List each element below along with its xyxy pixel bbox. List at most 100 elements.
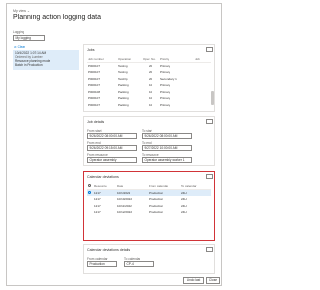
from-start-field[interactable]: 9/26/2022 08:00:00 AM [87,133,137,139]
to-calendar-field[interactable]: CP-4 [124,261,154,267]
cell-date: 10/10/2022 [117,197,133,201]
cell-job-number: P000107 [88,63,101,68]
cell-resource: 1217 [94,197,101,201]
cell-from-calendar: Production [149,190,164,195]
table-row[interactable]: P000108 Packing 10 Primary [87,89,211,95]
calendar-deviations-grid: Resource Date From calendar To calendar … [87,183,211,223]
cell-date: 10/1/2022 [117,190,131,195]
cell-priority: Primary [160,89,171,94]
cell-from-calendar: Production [149,210,164,214]
cell-priority: Primary [160,83,171,87]
row-checkbox[interactable] [88,191,91,195]
cell-to-calendar: 24H [181,203,187,208]
row-checkbox[interactable] [88,198,91,201]
cell-oper-no: 10 [149,89,153,94]
cell-to-calendar: 24H [181,190,187,195]
cell-job-number: P000107 [88,83,101,87]
close-button[interactable]: Close [206,277,220,284]
calendar-col-to[interactable]: To calendar [181,184,197,188]
cell-operation: Testing [118,70,128,74]
cell-oper-no: 20 [149,76,153,81]
cell-job-number: P000108 [88,89,101,94]
logging-dropdown[interactable]: My logging [13,35,45,41]
jobs-col-oper-no[interactable]: Oper. No. [143,57,156,61]
logging-label: Logging [13,30,25,34]
table-row[interactable]: P000107 Testing 20 Primary [87,63,211,69]
table-row[interactable]: P000107 Packing 10 Primary [87,83,211,89]
cell-date: 10/11/2022 [117,203,132,208]
calendar-deviation-details-collapse-button[interactable] [206,247,213,252]
cell-oper-no: 10 [149,83,153,87]
to-start-field[interactable]: 9/26/2022 08:00:00 AM [142,133,192,139]
row-checkbox[interactable] [88,211,91,214]
calendar-col-date[interactable]: Date [117,184,123,188]
calendar-deviations-collapse-button[interactable] [206,174,213,179]
cell-resource: 1217 [94,190,101,195]
cell-oper-no: 20 [149,70,153,74]
cell-oper-no: 10 [149,102,153,107]
dialog-panel: My view ⌄ Planning action logging data L… [6,3,222,286]
cell-operation: Testing [118,63,128,68]
sidebar-item-log-entry[interactable]: 10/4/2022 1:07:14 AM Ordered by Lumber R… [13,50,79,70]
cell-job-number: P000107 [88,96,101,100]
cell-operation: Packing [118,96,129,100]
cell-job-number: P000107 [88,76,101,81]
job-details-title: Job details [87,120,105,124]
table-row[interactable]: 1217 10/1/2022 Production 24H [87,190,211,196]
jobs-section: Jobs Job number Operation Oper. No. Prio… [83,44,215,112]
cell-operation: Packing [118,102,129,107]
jobs-collapse-button[interactable] [206,47,213,52]
cell-from-calendar: Production [149,203,164,208]
calendar-col-resource[interactable]: Resource [94,184,107,188]
jobs-col-operation[interactable]: Operation [118,57,131,61]
undo-last-button[interactable]: Undo last [183,277,204,284]
cell-resource: 1217 [94,210,101,214]
cell-from-calendar: Production [149,197,164,201]
cell-job-number: P000107 [88,102,101,107]
row-checkbox[interactable] [88,204,91,207]
cell-to-calendar: 24H [181,197,187,201]
cell-oper-no: 10 [149,96,153,100]
jobs-col-priority[interactable]: Priority [160,57,169,61]
clear-button[interactable]: ⊘ Clear [14,45,25,49]
cell-operation: TestOp [118,76,128,81]
clear-label: Clear [17,45,26,49]
from-end-field[interactable]: 9/26/2022 09:15:00 AM [87,145,137,151]
view-selector[interactable]: My view ⌄ [13,9,30,13]
job-details-section: Job details From start 9/26/2022 08:00:0… [83,116,215,166]
cell-operation: Packing [118,83,129,87]
jobs-col-job[interactable]: Job [195,57,200,61]
log-entry-batch: Batch in Production [15,63,43,67]
jobs-grid: Job number Operation Oper. No. Priority … [87,56,211,111]
cell-oper-no: 20 [149,63,153,68]
page-title: Planning action logging data [13,14,101,21]
table-row[interactable]: 1217 10/11/2022 Production 24H [87,203,211,209]
to-resource-field[interactable]: Operator assembly worker 1 [142,157,192,163]
from-calendar-field[interactable]: Production [87,261,117,267]
cell-priority: Primary [160,63,171,68]
calendar-deviations-section: Calendar deviations Resource Date From c… [83,171,215,241]
to-end-field[interactable]: 9/27/2022 10:00:00 AM [142,145,192,151]
calendar-col-from[interactable]: From calendar [149,184,168,188]
cell-priority: Secondary 1 [160,76,177,81]
from-resource-field[interactable]: Operator assembly [87,157,137,163]
table-row[interactable]: P000107 Packing 10 Primary [87,96,211,102]
jobs-col-number[interactable]: Job number [88,57,104,61]
jobs-scrollbar[interactable] [211,91,214,105]
cell-date: 10/12/2022 [117,210,133,214]
cell-priority: Primary [160,96,171,100]
cell-job-number: P000107 [88,70,101,74]
cell-to-calendar: 24H [181,210,187,214]
table-row[interactable]: 1217 10/12/2022 Production 24H [87,210,211,216]
select-all-checkbox[interactable] [88,184,91,188]
jobs-title: Jobs [87,48,95,52]
job-details-collapse-button[interactable] [206,119,213,124]
table-row[interactable]: 1217 10/10/2022 Production 24H [87,197,211,203]
cell-operation: Packing [118,89,129,94]
table-row[interactable]: P000107 TestOp 20 Secondary 1 [87,76,211,82]
cell-priority: Primary [160,70,171,74]
logging-dropdown-value: My logging [15,36,31,40]
table-row[interactable]: P000107 Testing 20 Primary [87,70,211,76]
calendar-deviations-title: Calendar deviations [87,175,119,179]
table-row[interactable]: P000107 Packing 10 Primary [87,102,211,108]
